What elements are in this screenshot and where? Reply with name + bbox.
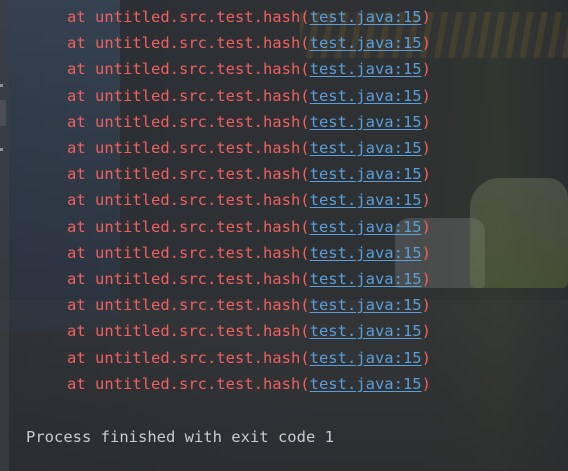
stack-trace-line: at untitled.src.test.hash(test.java:15) bbox=[67, 374, 431, 394]
stack-trace-method: at untitled.src.test.hash( bbox=[67, 112, 310, 131]
source-location-link[interactable]: test.java:15 bbox=[310, 270, 422, 288]
stack-trace-line: at untitled.src.test.hash(test.java:15) bbox=[67, 33, 431, 53]
stack-trace-close-paren: ) bbox=[421, 86, 431, 105]
source-location-link[interactable]: test.java:15 bbox=[310, 218, 422, 236]
stack-trace-line: at untitled.src.test.hash(test.java:15) bbox=[67, 295, 431, 315]
stack-trace-line: at untitled.src.test.hash(test.java:15) bbox=[67, 164, 431, 184]
stack-trace-method: at untitled.src.test.hash( bbox=[67, 322, 310, 341]
source-location-link[interactable]: test.java:15 bbox=[310, 375, 422, 393]
source-location-link[interactable]: test.java:15 bbox=[310, 113, 422, 131]
source-location-link[interactable]: test.java:15 bbox=[310, 296, 422, 314]
stack-trace-close-paren: ) bbox=[421, 296, 431, 315]
stack-trace-method: at untitled.src.test.hash( bbox=[67, 217, 310, 236]
stack-trace-close-paren: ) bbox=[421, 243, 431, 262]
process-exit-message: Process finished with exit code 1 bbox=[26, 428, 334, 446]
stack-trace-method: at untitled.src.test.hash( bbox=[67, 348, 310, 367]
source-location-link[interactable]: test.java:15 bbox=[310, 244, 422, 262]
stack-trace-line: at untitled.src.test.hash(test.java:15) bbox=[67, 269, 431, 289]
gutter-marker bbox=[0, 84, 3, 87]
stack-trace-close-paren: ) bbox=[421, 270, 431, 288]
stack-trace-close-paren: ) bbox=[421, 322, 431, 341]
source-location-link[interactable]: test.java:15 bbox=[310, 322, 422, 340]
source-location-link[interactable]: test.java:15 bbox=[310, 139, 422, 157]
stack-trace-close-paren: ) bbox=[421, 139, 431, 157]
stack-trace-close-paren: ) bbox=[421, 191, 431, 210]
stack-trace-line: at untitled.src.test.hash(test.java:15) bbox=[67, 112, 431, 132]
source-location-link[interactable]: test.java:15 bbox=[310, 60, 422, 78]
stack-trace-close-paren: ) bbox=[421, 60, 431, 79]
source-location-link[interactable]: test.java:15 bbox=[310, 191, 422, 209]
source-location-link[interactable]: test.java:15 bbox=[310, 8, 422, 26]
stack-trace-line: at untitled.src.test.hash(test.java:15) bbox=[67, 348, 431, 368]
stack-trace-method: at untitled.src.test.hash( bbox=[67, 296, 310, 315]
stack-trace-method: at untitled.src.test.hash( bbox=[67, 8, 310, 26]
gutter-marker bbox=[0, 148, 3, 151]
stack-trace-line: at untitled.src.test.hash(test.java:15) bbox=[67, 7, 431, 27]
stack-trace-line: at untitled.src.test.hash(test.java:15) bbox=[67, 190, 431, 210]
stack-trace-line: at untitled.src.test.hash(test.java:15) bbox=[67, 217, 431, 237]
stack-trace-method: at untitled.src.test.hash( bbox=[67, 60, 310, 79]
stack-trace-close-paren: ) bbox=[421, 112, 431, 131]
console-output-panel: at untitled.src.test.hash(test.java:15) a… bbox=[0, 0, 568, 471]
stack-trace-method: at untitled.src.test.hash( bbox=[67, 165, 310, 184]
stack-trace-close-paren: ) bbox=[421, 374, 431, 393]
console-gutter bbox=[0, 0, 9, 471]
source-location-link[interactable]: test.java:15 bbox=[310, 349, 422, 367]
stack-trace-method: at untitled.src.test.hash( bbox=[67, 139, 310, 157]
stack-trace-close-paren: ) bbox=[421, 165, 431, 184]
stack-trace-method: at untitled.src.test.hash( bbox=[67, 374, 310, 393]
stack-trace-method: at untitled.src.test.hash( bbox=[67, 86, 310, 105]
stack-trace-close-paren: ) bbox=[421, 217, 431, 236]
stack-trace-method: at untitled.src.test.hash( bbox=[67, 34, 310, 53]
gutter-scroll-thumb[interactable] bbox=[0, 100, 6, 126]
stack-trace-line: at untitled.src.test.hash(test.java:15) bbox=[67, 59, 431, 79]
stack-trace-close-paren: ) bbox=[421, 34, 431, 53]
source-location-link[interactable]: test.java:15 bbox=[310, 34, 422, 52]
stack-trace-close-paren: ) bbox=[421, 8, 431, 26]
stack-trace-line: at untitled.src.test.hash(test.java:15) bbox=[67, 243, 431, 263]
source-location-link[interactable]: test.java:15 bbox=[310, 165, 422, 183]
stack-trace-method: at untitled.src.test.hash( bbox=[67, 270, 310, 288]
background-wallpaper-taxi bbox=[470, 178, 568, 288]
stack-trace-line: at untitled.src.test.hash(test.java:15) bbox=[67, 86, 431, 106]
stack-trace-line: at untitled.src.test.hash(test.java:15) bbox=[67, 321, 431, 341]
stack-trace-close-paren: ) bbox=[421, 348, 431, 367]
stack-trace-method: at untitled.src.test.hash( bbox=[67, 243, 310, 262]
stack-trace-method: at untitled.src.test.hash( bbox=[67, 191, 310, 210]
source-location-link[interactable]: test.java:15 bbox=[310, 87, 422, 105]
stack-trace-line: at untitled.src.test.hash(test.java:15) bbox=[67, 138, 431, 158]
